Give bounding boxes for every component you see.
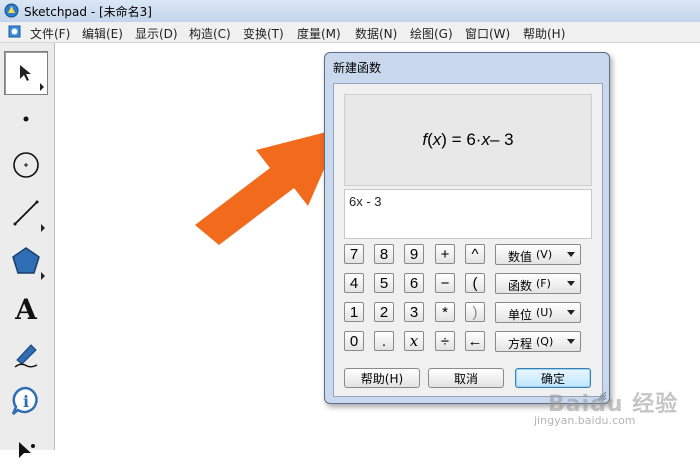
menu-graph[interactable]: 绘图(G) (410, 25, 453, 42)
key-plus[interactable]: + (435, 244, 455, 264)
key-0[interactable]: 0 (344, 331, 364, 351)
menu-transform[interactable]: 变换(T) (243, 25, 284, 42)
tool-expand-corner-icon (41, 272, 45, 280)
tool-straightedge[interactable] (4, 191, 48, 235)
title-bar: Sketchpad - [未命名3] (0, 0, 700, 23)
baidu-watermark: Baidu 经验 jingyan.baidu.com (534, 386, 678, 427)
dropdown-arrow-icon (567, 339, 575, 344)
dropdown-arrow-icon (567, 310, 575, 315)
polygon-icon (12, 247, 40, 274)
preview-coefficient: 6· (466, 130, 482, 149)
key-8[interactable]: 8 (374, 244, 394, 264)
preview-variable-rhs: x (481, 130, 490, 149)
menu-data[interactable]: 数据(N) (355, 25, 397, 42)
custom-tool-icon (19, 442, 35, 458)
new-function-dialog: 新建函数 f(x) = 6· x – 3 6x - 3 7 8 9 + ^ 4 5… (324, 52, 610, 404)
menu-file[interactable]: 文件(F) (30, 25, 70, 42)
point-icon (23, 116, 29, 122)
dropdown-arrow-icon (567, 252, 575, 257)
menu-display[interactable]: 显示(D) (135, 25, 178, 42)
menu-edit[interactable]: 编辑(E) (82, 25, 123, 42)
dialog-title: 新建函数 (333, 61, 382, 75)
equation-dropdown-hotkey: (Q) (536, 335, 554, 348)
toolbox: A i (0, 43, 55, 458)
dialog-body: f(x) = 6· x – 3 6x - 3 7 8 9 + ^ 4 5 6 − … (333, 83, 603, 397)
key-power[interactable]: ^ (465, 244, 485, 264)
expression-input[interactable]: 6x - 3 (344, 189, 592, 239)
dropdown-arrow-icon (567, 281, 575, 286)
key-variable-x[interactable]: x (404, 331, 424, 351)
functions-dropdown[interactable]: 函数 (F) (495, 273, 581, 294)
tool-arrow-select[interactable] (4, 51, 48, 95)
key-divide[interactable]: ÷ (435, 331, 455, 351)
compass-icon (13, 152, 39, 178)
menu-help[interactable]: 帮助(H) (523, 25, 565, 42)
key-2[interactable]: 2 (374, 302, 394, 322)
menu-bar: 文件(F) 编辑(E) 显示(D) 构造(C) 变换(T) 度量(M) 数据(N… (0, 22, 700, 43)
window-title: Sketchpad - [未命名3] (24, 5, 152, 19)
information-glyph: i (23, 392, 29, 411)
sketchpad-app-icon (4, 3, 19, 18)
tool-point[interactable] (4, 97, 48, 141)
key-3[interactable]: 3 (404, 302, 424, 322)
text-icon: A (15, 292, 37, 326)
units-dropdown-hotkey: (U) (536, 306, 553, 319)
tool-compass[interactable] (4, 143, 48, 187)
menu-construct[interactable]: 构造(C) (189, 25, 231, 42)
units-dropdown-label: 单位 (508, 308, 533, 322)
tool-custom[interactable] (4, 425, 48, 469)
function-preview: f(x) = 6· x – 3 (344, 94, 592, 186)
tool-expand-corner-icon (40, 83, 44, 91)
help-button[interactable]: 帮助(H) (344, 368, 420, 388)
arrow-select-icon (20, 65, 31, 81)
key-5[interactable]: 5 (374, 273, 394, 293)
key-7[interactable]: 7 (344, 244, 364, 264)
equation-dropdown[interactable]: 方程 (Q) (495, 331, 581, 352)
tool-marker[interactable] (4, 333, 48, 377)
key-open-paren[interactable]: ( (465, 273, 485, 293)
menu-measure[interactable]: 度量(M) (297, 25, 341, 42)
watermark-url: jingyan.baidu.com (534, 414, 636, 427)
values-dropdown-hotkey: (V) (536, 248, 553, 261)
key-decimal[interactable]: . (374, 331, 394, 351)
values-dropdown[interactable]: 数值 (V) (495, 244, 581, 265)
key-6[interactable]: 6 (404, 273, 424, 293)
equation-dropdown-label: 方程 (508, 337, 533, 351)
preview-constant: – 3 (489, 130, 514, 149)
document-icon[interactable] (8, 25, 21, 38)
functions-dropdown-hotkey: (F) (536, 277, 551, 290)
information-icon: i (11, 386, 38, 415)
tool-expand-corner-icon (41, 224, 45, 232)
tool-polygon[interactable] (4, 239, 48, 283)
menu-window[interactable]: 窗口(W) (465, 25, 510, 42)
preview-variable: x (432, 130, 442, 149)
key-close-paren[interactable]: ) (465, 302, 485, 322)
cancel-button[interactable]: 取消 (428, 368, 504, 388)
key-minus[interactable]: − (435, 273, 455, 293)
key-multiply[interactable]: * (435, 302, 455, 322)
key-1[interactable]: 1 (344, 302, 364, 322)
key-4[interactable]: 4 (344, 273, 364, 293)
key-9[interactable]: 9 (404, 244, 424, 264)
ok-button[interactable]: 确定 (515, 368, 591, 388)
tool-text[interactable]: A (4, 287, 48, 331)
values-dropdown-label: 数值 (508, 250, 533, 264)
line-segment-icon (13, 200, 39, 226)
key-backspace[interactable]: ← (465, 331, 485, 351)
tool-information[interactable]: i (4, 379, 48, 423)
units-dropdown[interactable]: 单位 (U) (495, 302, 581, 323)
functions-dropdown-label: 函数 (508, 279, 533, 293)
marker-icon (14, 344, 38, 368)
